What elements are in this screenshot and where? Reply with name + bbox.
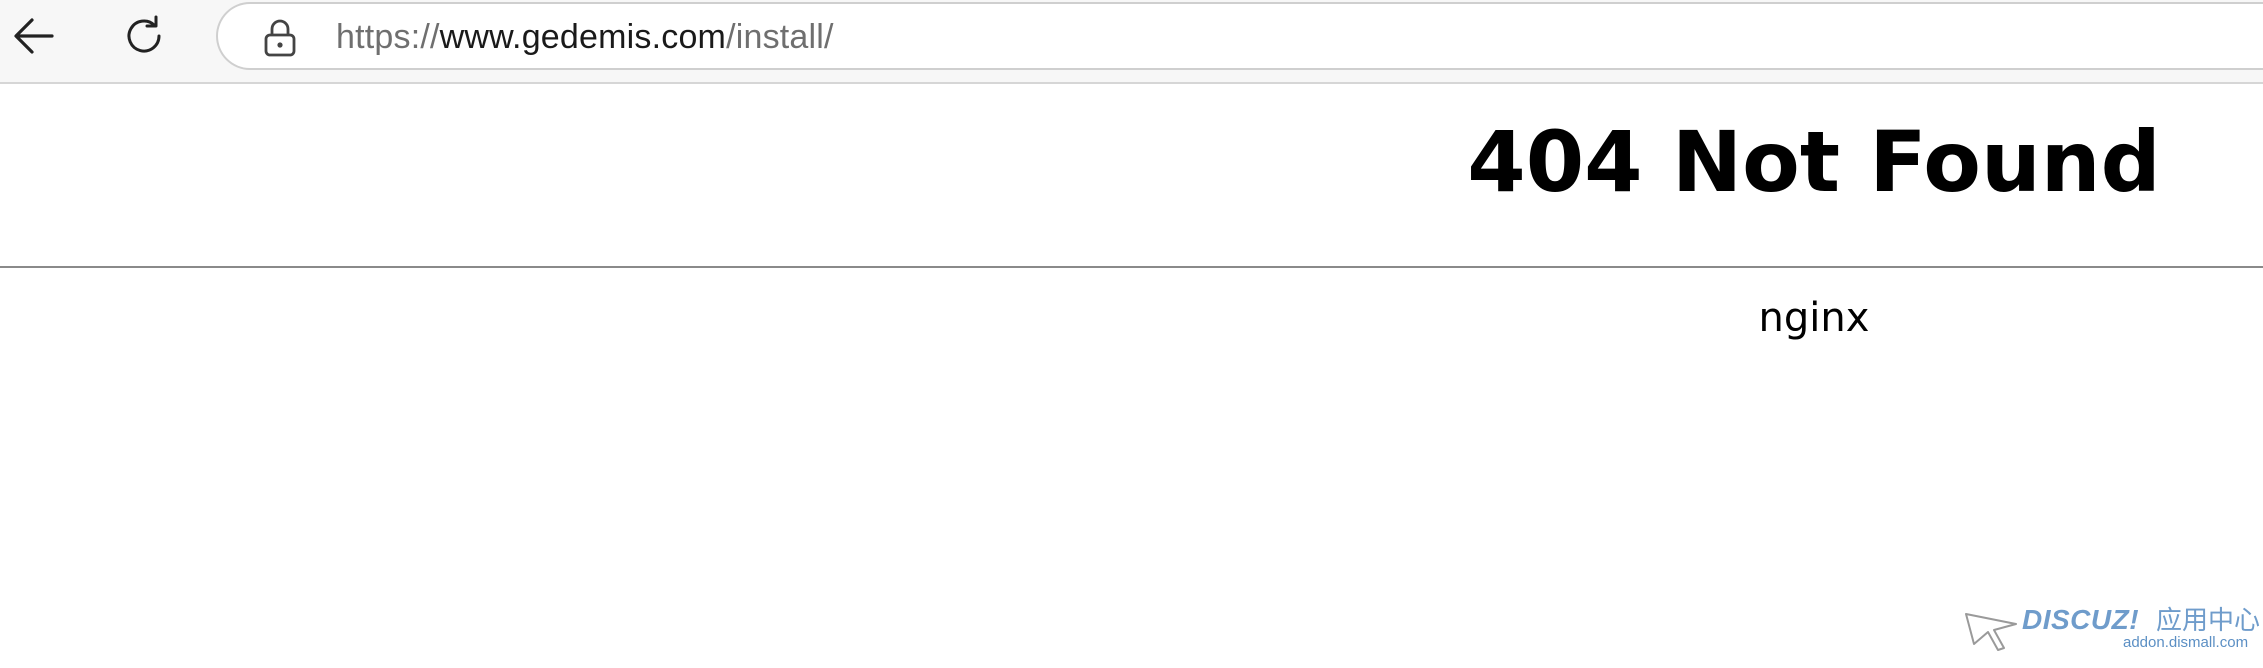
reload-icon (127, 15, 161, 53)
watermark-site: addon.dismall.com (2123, 634, 2249, 651)
lock-icon[interactable] (262, 18, 298, 58)
divider (0, 266, 2263, 268)
url-host: www.gedemis.com (439, 18, 727, 56)
url-scheme: https:// (336, 18, 440, 56)
watermark: DISCUZ! 应用中心 addon.dismall.com (1960, 600, 2260, 664)
watermark-brand-cn: 应用中心 (2156, 606, 2261, 636)
reload-button[interactable] (116, 8, 172, 64)
address-bar[interactable]: https://www.gedemis.com/install/ (216, 2, 2263, 70)
url-path: /install/ (726, 18, 834, 56)
url-text[interactable]: https://www.gedemis.com/install/ (336, 17, 834, 57)
cursor-arrow-icon (1965, 613, 2017, 651)
watermark-brand: DISCUZ! (2022, 604, 2140, 635)
arrow-left-icon (14, 18, 54, 54)
browser-toolbar: https://www.gedemis.com/install/ (0, 0, 2263, 84)
server-name: nginx (1758, 295, 1870, 341)
page-title: 404 Not Found (1467, 113, 2161, 211)
back-button[interactable] (6, 8, 62, 64)
